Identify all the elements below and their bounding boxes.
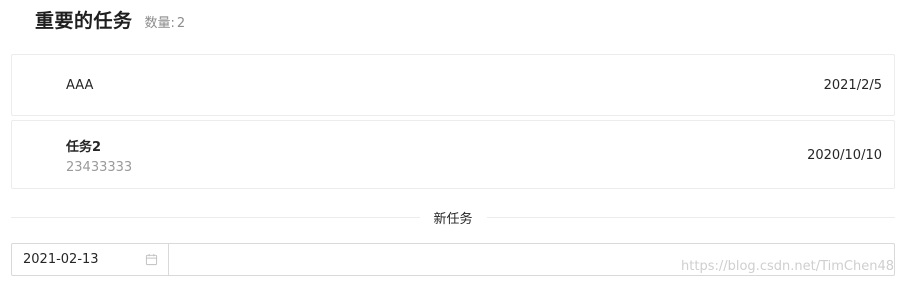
task-date: 2021/2/5 [823,78,882,93]
task-count-label: 数量: [144,16,175,31]
task-count: 数量: 2 [145,12,186,31]
date-picker-value: 2021-02-13 [23,252,99,267]
task-content: 任务2 23433333 [66,136,132,175]
task-name: 任务2 [66,140,102,155]
calendar-icon[interactable] [145,253,158,266]
date-picker[interactable]: 2021-02-13 [11,243,169,276]
task-name: AAA [66,78,94,93]
task-description: 23433333 [66,160,133,175]
watermark: https://blog.csdn.net/TimChen48 [681,259,894,274]
task-content: AAA [66,78,93,93]
task-item[interactable]: AAA 2021/2/5 [11,54,895,116]
page: 重要的任务 数量: 2 AAA 2021/2/5 任务2 23433333 202… [0,0,904,287]
task-count-value: 2 [176,16,186,31]
new-task-divider: 新任务 [11,207,896,227]
divider-line-left [11,216,420,218]
divider-label: 新任务 [433,211,473,227]
page-title: 重要的任务 [35,10,133,32]
divider-line-right [486,216,896,218]
task-date: 2020/10/10 [807,148,882,163]
list-header: 重要的任务 数量: 2 [35,6,185,34]
task-item[interactable]: 任务2 23433333 2020/10/10 [11,120,895,189]
